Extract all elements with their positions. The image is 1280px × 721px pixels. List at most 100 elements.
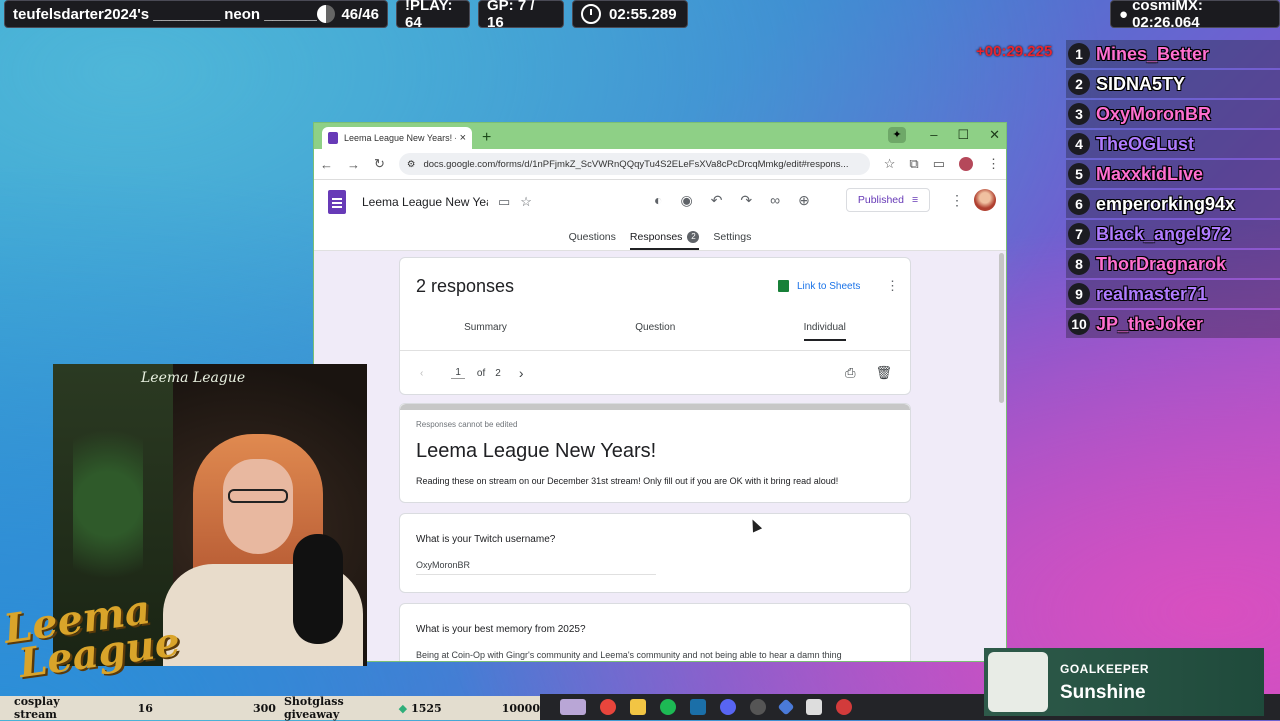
user-avatar[interactable]: [974, 189, 996, 211]
folder-icon[interactable]: ▭: [498, 194, 510, 210]
cloud-app-icon[interactable]: [560, 699, 586, 715]
link-icon[interactable]: ∞: [770, 192, 780, 209]
published-button[interactable]: Published ≡: [846, 188, 930, 212]
form-header: Leema League New Years! ▭ ☆ ◐ ◉ ↶ ↷ ∞ ⊕ …: [314, 180, 1006, 224]
response-pager: ‹ 1 of 2 › ⎙ 🗑: [400, 350, 910, 395]
ticker-item-2: 16: [137, 701, 153, 715]
form-toolbar: ◐ ◉ ↶ ↷ ∞ ⊕: [654, 192, 810, 209]
response-view-tabs: Summary Question Individual: [400, 322, 910, 341]
publish-settings-icon: ≡: [911, 194, 919, 206]
tab-question[interactable]: Question: [635, 322, 675, 341]
question-1-answer: OxyMoronBR: [416, 560, 656, 575]
palette-icon[interactable]: ◐: [654, 192, 662, 209]
goalkeeper-label: GOALKEEPER: [1060, 662, 1150, 676]
leaderboard-name: ThorDragnarok: [1096, 253, 1227, 274]
delete-icon[interactable]: 🗑: [875, 365, 892, 381]
question-1-title: What is your Twitch username?: [416, 534, 556, 545]
maximize-button[interactable]: ☐: [957, 127, 969, 143]
new-tab-button[interactable]: +: [482, 129, 491, 147]
more-options-icon[interactable]: ⋮: [950, 192, 964, 209]
extensions-icon[interactable]: ⧉: [909, 156, 918, 172]
url-field[interactable]: ⚙ docs.google.com/forms/d/1nPFjmkZ_ScVWR…: [398, 153, 870, 175]
responses-area: 2 responses Link to Sheets ⋮ Summary Que…: [314, 251, 1006, 661]
leaderboard-row: 3 OxyMoronBR: [1066, 100, 1280, 128]
site-info-icon[interactable]: ⚙: [407, 159, 416, 170]
add-collaborator-icon[interactable]: ⊕: [798, 192, 810, 209]
leaderboard-row: 9 realmaster71: [1066, 280, 1280, 308]
leaderboard-name: emperorking94x: [1096, 193, 1236, 214]
edit-note: Responses cannot be edited: [416, 420, 518, 429]
leaderboard-rank: 10: [1068, 313, 1090, 335]
preview-eye-icon[interactable]: ◉: [680, 192, 692, 209]
gemini-icon[interactable]: ✦: [888, 127, 906, 143]
print-icon[interactable]: ⎙: [845, 365, 855, 381]
browser-window: Leema League New Years! - Go × + ✦ – ☐ ✕…: [313, 122, 1007, 662]
reload-icon[interactable]: ↻: [374, 156, 385, 172]
app-diamond-icon[interactable]: [777, 698, 795, 716]
next-response-icon[interactable]: ›: [519, 365, 524, 381]
forms-logo-icon[interactable]: [328, 190, 346, 214]
page-current[interactable]: 1: [451, 367, 465, 379]
leaderboard-name: Mines_Better: [1096, 43, 1210, 64]
undo-icon[interactable]: ↶: [711, 192, 723, 209]
cast-icon[interactable]: ▭: [933, 156, 945, 172]
document-app-icon[interactable]: [806, 699, 822, 715]
tab-questions[interactable]: Questions: [569, 224, 616, 250]
ticker-item-1: cosplay stream: [14, 695, 60, 721]
leaderboard-row: 1 Mines_Better: [1066, 40, 1280, 68]
star-icon[interactable]: ☆: [520, 194, 532, 210]
file-explorer-icon[interactable]: [630, 699, 646, 715]
link-to-sheets-button[interactable]: Link to Sheets: [778, 280, 860, 292]
prev-response-icon[interactable]: ‹: [420, 368, 423, 379]
steam-icon[interactable]: [690, 699, 706, 715]
card-top-bar: [400, 404, 910, 410]
bookmark-star-icon[interactable]: ☆: [884, 156, 896, 172]
goalkeeper-logo: [988, 652, 1048, 712]
back-icon[interactable]: ←: [320, 157, 333, 172]
spotify-icon[interactable]: [660, 699, 676, 715]
tab-title: Leema League New Years! - Go: [344, 133, 456, 143]
card-more-icon[interactable]: ⋮: [886, 278, 899, 294]
question-2-title: What is your best memory from 2025?: [416, 624, 586, 635]
scrollbar[interactable]: [999, 253, 1004, 403]
tab-individual[interactable]: Individual: [803, 322, 847, 341]
leaderboard-row: 4 TheOGLust: [1066, 130, 1280, 158]
tab-settings[interactable]: Settings: [713, 224, 751, 250]
tab-close-button[interactable]: ×: [460, 132, 466, 144]
leaderboard-name: SIDNA5TY: [1096, 73, 1186, 94]
address-bar: ← → ↻ ⚙ docs.google.com/forms/d/1nPFjmkZ…: [314, 149, 1006, 180]
tab-summary[interactable]: Summary: [464, 322, 507, 341]
responses-count-badge: 2: [687, 231, 700, 243]
question-card-2: What is your best memory from 2025? Bein…: [399, 603, 911, 661]
browser-menu-icon[interactable]: ⋮: [987, 156, 1000, 172]
profile-avatar[interactable]: [959, 157, 973, 171]
chrome-icon[interactable]: [600, 699, 616, 715]
clock-icon: [581, 4, 601, 24]
form-title[interactable]: Leema League New Years!: [362, 195, 488, 209]
forward-icon[interactable]: →: [347, 157, 360, 172]
form-header-card: Responses cannot be edited Leema League …: [399, 403, 911, 503]
browser-tab[interactable]: Leema League New Years! - Go ×: [322, 127, 472, 149]
redo-icon[interactable]: ↷: [740, 192, 752, 209]
runner-label: teufelsdarter2024's ________ neon ______…: [13, 5, 318, 23]
page-total: 2: [495, 367, 501, 379]
forms-favicon-icon: [328, 132, 338, 144]
close-window-button[interactable]: ✕: [989, 127, 1000, 143]
progress-icon: [317, 5, 336, 23]
page-of: of: [476, 367, 486, 379]
tab-responses[interactable]: Responses 2: [629, 224, 700, 250]
leema-league-logo: Leema League: [1, 586, 183, 687]
leaderboard-rank: 4: [1068, 133, 1090, 155]
responses-count: 2 responses: [416, 276, 515, 296]
obs-icon[interactable]: [750, 699, 766, 715]
discord-icon[interactable]: [720, 699, 736, 715]
leaderboard: 1 Mines_Better 2 SIDNA5TY 3 OxyMoronBR 4 TheOGL…: [1066, 40, 1280, 340]
minimize-button[interactable]: –: [930, 127, 937, 143]
gp-pill: GP: 7 / 16: [478, 0, 564, 31]
red-app-icon[interactable]: [836, 699, 852, 715]
leaderboard-name: MaxxkidLive: [1096, 163, 1204, 184]
leaderboard-rank: 2: [1068, 73, 1090, 95]
leaderboard-name: Black_angel972: [1096, 223, 1232, 244]
leaderboard-rank: 6: [1068, 193, 1090, 215]
leaderboard-rank: 1: [1068, 43, 1090, 65]
